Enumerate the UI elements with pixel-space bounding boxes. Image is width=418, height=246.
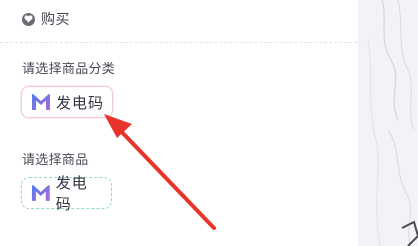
product-label: 请选择商品 — [22, 153, 89, 168]
purchase-header: 购买 — [22, 8, 70, 30]
product-option[interactable]: 发电码 — [21, 174, 112, 213]
m-logo-icon — [32, 93, 50, 110]
heart-icon — [22, 12, 35, 26]
category-option-selected[interactable]: 发电码 — [21, 86, 113, 118]
product-option-label: 发电码 — [55, 174, 88, 213]
m-logo-icon — [31, 185, 50, 201]
category-option-label: 发电码 — [56, 93, 105, 112]
category-label: 请选择商品分类 — [22, 62, 116, 77]
purchase-title: 购买 — [41, 12, 70, 28]
header-divider — [0, 42, 392, 43]
purchase-card: 购买 请选择商品分类 发电码 请选择商品 发电码 — [0, 0, 392, 246]
